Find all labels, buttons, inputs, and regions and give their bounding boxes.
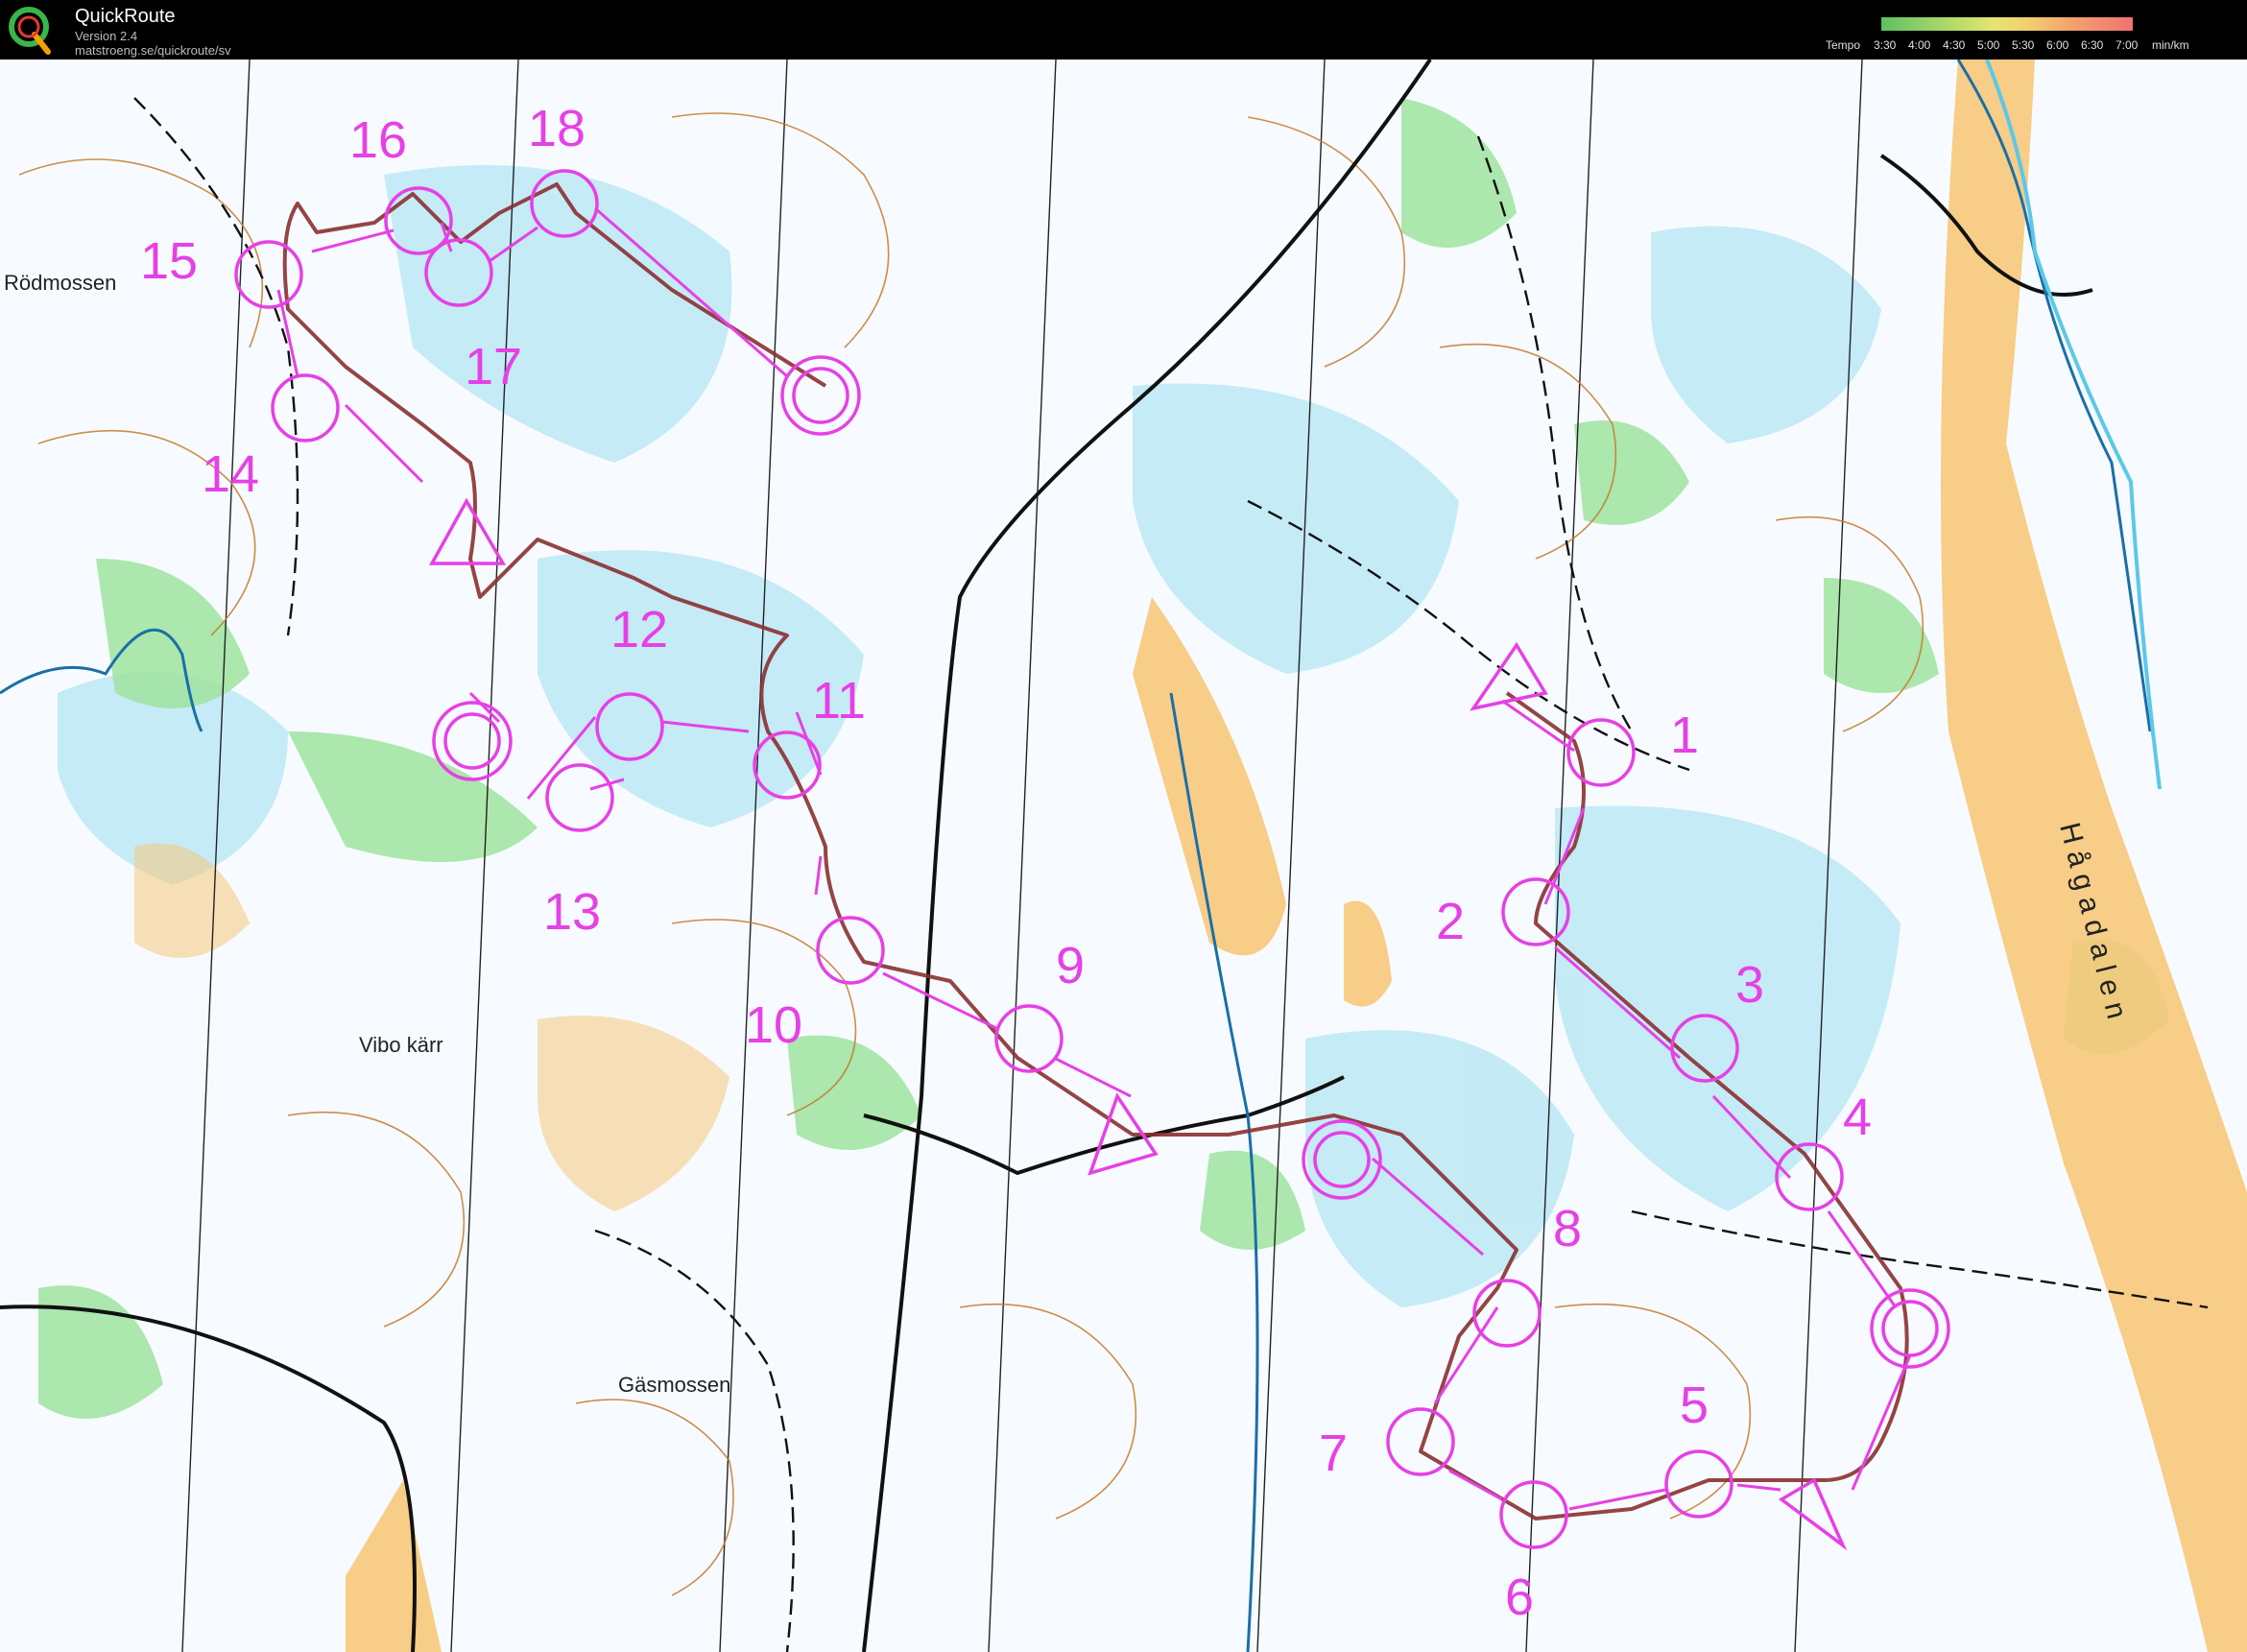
control-number-13: 13: [543, 883, 601, 941]
tempo-tick: 6:00: [2046, 38, 2069, 52]
place-name-vibo: Vibo kärr: [359, 1033, 443, 1057]
control-number-6: 6: [1505, 1568, 1534, 1626]
control-number-1: 1: [1670, 706, 1699, 764]
control-number-17: 17: [465, 338, 522, 395]
place-name-gasmossen: Gäsmossen: [618, 1373, 730, 1397]
tempo-unit: min/km: [2152, 38, 2189, 52]
control-number-18: 18: [528, 100, 586, 157]
quickroute-window: QuickRoute Version 2.4 matstroeng.se/qui…: [0, 0, 2247, 1652]
control-number-12: 12: [610, 601, 668, 658]
control-number-2: 2: [1436, 893, 1465, 950]
tempo-legend: Tempo 3:30 4:00 4:30 5:00 5:30 6:00 6:30…: [1820, 13, 2242, 56]
control-number-11: 11: [812, 672, 866, 730]
tempo-tick: 4:30: [1943, 38, 1966, 52]
control-number-7: 7: [1319, 1425, 1348, 1482]
control-number-4: 4: [1843, 1089, 1872, 1146]
quickroute-logo-icon: [9, 7, 51, 55]
control-number-10: 10: [745, 996, 802, 1054]
tempo-color-scale: [1881, 17, 2133, 31]
place-name-rodmossen: Rödmossen: [4, 271, 116, 295]
control-number-15: 15: [140, 232, 198, 290]
control-number-3: 3: [1735, 956, 1764, 1014]
app-version: Version 2.4: [75, 29, 138, 43]
control-number-5: 5: [1680, 1377, 1709, 1434]
orienteering-map[interactable]: 1 2 3 4 5 6 7 8 9 10 11 12 13 14 15 16 1…: [0, 60, 2247, 1652]
tempo-tick: 6:30: [2081, 38, 2104, 52]
control-number-8: 8: [1553, 1200, 1582, 1257]
control-number-9: 9: [1056, 937, 1085, 994]
tempo-label: Tempo: [1826, 38, 1861, 52]
map-background: [0, 60, 2247, 1652]
tempo-tick: 4:00: [1908, 38, 1931, 52]
tempo-tick: 5:00: [1977, 38, 2000, 52]
title-bar: QuickRoute Version 2.4 matstroeng.se/qui…: [0, 0, 2247, 60]
app-url: matstroeng.se/quickroute/sv: [75, 43, 231, 58]
control-number-14: 14: [202, 445, 259, 503]
tempo-tick: 5:30: [2012, 38, 2035, 52]
control-number-16: 16: [349, 111, 407, 169]
app-title: QuickRoute: [75, 6, 176, 27]
tempo-tick: 3:30: [1874, 38, 1897, 52]
map-canvas[interactable]: 1 2 3 4 5 6 7 8 9 10 11 12 13 14 15 16 1…: [0, 60, 2247, 1652]
tempo-tick: 7:00: [2116, 38, 2139, 52]
